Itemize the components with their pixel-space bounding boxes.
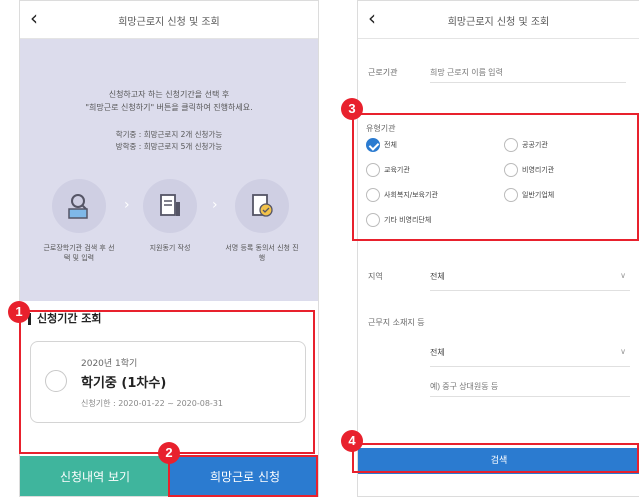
right-phone-screen: ‹ 희망근로지 신청 및 조회 근로기관 유형기관 전체 공공기관 교육기관 비… <box>357 0 639 497</box>
area-value: 전체 <box>430 348 445 357</box>
step-badge-1: 1 <box>8 301 30 323</box>
top-bar: ‹ 희망근로지 신청 및 조회 <box>358 1 639 39</box>
chevron-right-icon: › <box>212 197 218 213</box>
step-badge-4: 4 <box>341 430 363 452</box>
step-caption: 지원동기 작성 <box>149 244 191 252</box>
guide-line-3: 학기중 : 희망근로지 2개 신청가능 <box>115 130 223 139</box>
back-arrow-icon[interactable]: ‹ <box>368 7 376 29</box>
workplace-search-input[interactable] <box>430 63 626 83</box>
step-caption: 서명 등록 동의서 신청 진행 <box>225 244 299 262</box>
step-badge-2: 2 <box>158 442 180 464</box>
signature-document-icon <box>235 179 289 233</box>
chevron-right-icon: › <box>124 197 130 213</box>
step-caption: 근로장학기관 검색 후 선택 및 입력 <box>43 244 115 262</box>
detail-location-input[interactable] <box>430 377 630 397</box>
step-search-institution: 근로장학기관 검색 후 선택 및 입력 <box>42 179 116 263</box>
chevron-down-icon: ∨ <box>620 347 626 356</box>
top-bar: ‹ 희망근로지 신청 및 조회 <box>20 1 318 39</box>
step-signature: 서명 등록 동의서 신청 진행 <box>225 179 299 263</box>
area-label: 근무지 소재지 등 <box>368 318 425 327</box>
chevron-down-icon: ∨ <box>620 271 626 280</box>
highlight-box-4 <box>352 443 639 473</box>
region-value: 전체 <box>430 272 445 281</box>
step-badge-3: 3 <box>341 98 363 120</box>
guide-line-4: 방학중 : 희망근로지 5개 신청가능 <box>115 142 223 151</box>
page-title: 희망근로지 신청 및 조회 <box>447 17 550 28</box>
guide-banner: 신청하고자 하는 신청기간을 선택 후 "희망근로 신청하기" 버튼을 클릭하여… <box>20 39 318 301</box>
area-select[interactable]: 전체 ∨ <box>430 347 630 367</box>
guide-line-1: 신청하고자 하는 신청기간을 선택 후 <box>108 90 230 99</box>
region-label: 지역 <box>368 272 383 281</box>
institution-search-icon <box>52 179 106 233</box>
guide-line-2: "희망근로 신청하기" 버튼을 클릭하여 진행하세요. <box>85 103 253 112</box>
document-edit-icon <box>143 179 197 233</box>
highlight-box-2 <box>168 455 318 497</box>
step-write-motive: 지원동기 작성 <box>133 179 207 253</box>
workplace-label: 근로기관 <box>368 68 398 77</box>
page-title: 희망근로지 신청 및 조회 <box>118 17 220 28</box>
highlight-box-1 <box>19 310 315 454</box>
region-select[interactable]: 전체 ∨ <box>430 271 630 291</box>
view-history-button[interactable]: 신청내역 보기 <box>20 456 170 496</box>
highlight-box-3 <box>352 113 639 241</box>
back-arrow-icon[interactable]: ‹ <box>30 7 38 29</box>
